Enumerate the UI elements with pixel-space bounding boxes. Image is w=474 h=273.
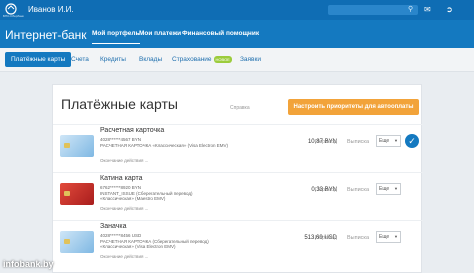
more-select-value: Еще [379, 186, 390, 192]
chevron-down-icon: ▼ [394, 138, 398, 143]
card-row[interactable]: Заначка 4028******8456 USD РАСЧЕТНАЯ КАР… [53, 220, 423, 266]
logo-text: БПС-Сбербанк [3, 14, 24, 18]
top-bar: БПС-Сбербанк Иванов И.И. ⚲ ✉ ➲ [0, 0, 474, 20]
new-badge: НОВОЕ [213, 56, 232, 63]
card-image[interactable] [60, 135, 94, 157]
card-number: 6762******8920 BYN [100, 185, 142, 190]
card-number: 4028******4567 BYN [100, 137, 142, 142]
more-select[interactable]: Еще ▼ [376, 183, 401, 195]
card-name[interactable]: Заначка [100, 223, 126, 230]
more-select[interactable]: Еще ▼ [376, 231, 401, 243]
user-name[interactable]: Иванов И.И. [28, 5, 74, 14]
page-title: Платёжные карты [61, 96, 178, 112]
bell-icon[interactable]: ✉ [424, 5, 431, 14]
more-select-value: Еще [379, 138, 390, 144]
card-type: РАСЧЕТНАЯ КАРТОЧКА «Классическая» (Visa … [100, 143, 228, 148]
sub-navigation: Платёжные карты Счета Кредиты Вклады Стр… [0, 48, 474, 72]
card-number: 4028******8456 USD [100, 233, 142, 238]
autopay-priority-button[interactable]: Настроить приоритеты для автооплаты [288, 99, 419, 115]
tab-insurance-label: Страхование [172, 56, 212, 64]
transfer-link[interactable]: Перевод [315, 139, 337, 145]
card-image[interactable] [60, 231, 94, 253]
card-subtype: «Классическая» (Visa Electron EMV) [100, 244, 176, 249]
card-row[interactable]: Расчетная карточка 4028******4567 BYN РА… [53, 124, 423, 170]
card-image[interactable] [60, 183, 94, 205]
more-select[interactable]: Еще ▼ [376, 135, 401, 147]
nav-my-payments[interactable]: Мои платежи [139, 30, 181, 37]
card-name[interactable]: Катина карта [100, 175, 143, 182]
more-select-value: Еще [379, 234, 390, 240]
nav-my-portfolio[interactable]: Мой портфель [92, 30, 140, 44]
search-icon: ⚲ [408, 6, 414, 13]
card-expiry: Окончание действия ... [100, 158, 149, 163]
brand-title[interactable]: Интернет-банк [5, 28, 87, 42]
chip-icon [64, 143, 70, 148]
statement-link[interactable]: Выписка [347, 235, 369, 241]
header: Интернет-банк Мой портфель Мои платежи Ф… [0, 20, 474, 48]
card-subtype: «Классическая» (Maestro EMV) [100, 196, 166, 201]
nav-financial-assistant[interactable]: Финансовый помощник [182, 30, 259, 37]
card-expiry: Окончание действия ... [100, 254, 149, 259]
chevron-down-icon: ▼ [394, 234, 398, 239]
tab-accounts[interactable]: Счета [71, 56, 89, 63]
watermark: infobank.by [3, 259, 54, 269]
search-input[interactable]: ⚲ [328, 5, 418, 15]
statement-link[interactable]: Выписка [347, 187, 369, 193]
tab-applications[interactable]: Заявки [240, 56, 261, 63]
tab-credits[interactable]: Кредиты [100, 56, 126, 63]
transfer-link[interactable]: Перевод [315, 235, 337, 241]
card-name[interactable]: Расчетная карточка [100, 127, 164, 134]
card-row[interactable]: Катина карта 6762******8920 BYN INSTANT_… [53, 172, 423, 218]
statement-link[interactable]: Выписка [347, 139, 369, 145]
transfer-link[interactable]: Перевод [315, 187, 337, 193]
card-expiry: Окончание действия ... [100, 206, 149, 211]
chip-icon [64, 239, 70, 244]
cards-panel: Платёжные карты Справка Настроить приори… [52, 84, 423, 273]
chip-icon [64, 191, 70, 196]
chevron-down-icon: ▼ [394, 186, 398, 191]
exit-icon[interactable]: ➲ [446, 4, 453, 16]
tab-deposits[interactable]: Вклады [139, 56, 162, 63]
help-link[interactable]: Справка [230, 105, 250, 111]
top-icons: ✉ [424, 4, 434, 16]
check-icon[interactable]: ✓ [405, 134, 419, 148]
tab-payment-cards[interactable]: Платёжные карты [5, 52, 72, 67]
tab-insurance[interactable]: Страхование НОВОЕ [172, 56, 232, 63]
